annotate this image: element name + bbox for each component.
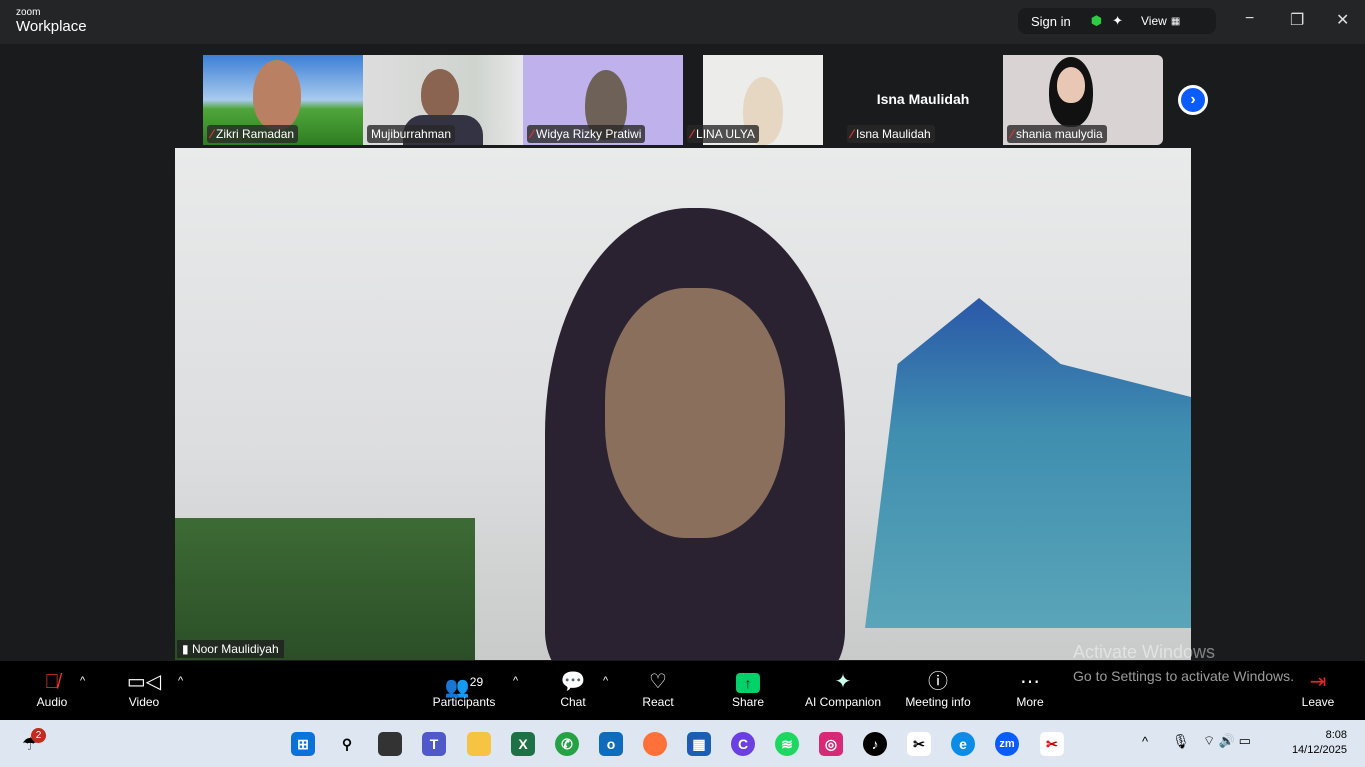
video-off-name: Isna Maulidah	[876, 91, 970, 107]
speaker-face	[605, 288, 785, 538]
participant-name: ⁄ Zikri Ramadan	[207, 125, 299, 143]
canva-icon[interactable]: C	[731, 732, 755, 756]
mic-muted-icon: ⁄	[211, 127, 214, 141]
zoom-taskbar-icon[interactable]: zm	[995, 732, 1019, 756]
audio-options-caret[interactable]: ^	[80, 675, 85, 687]
edge-icon[interactable]: e	[951, 732, 975, 756]
speaker-name-label: ▮ Noor Maulidiyah	[177, 640, 284, 658]
shield-icon: ⬢	[1090, 13, 1103, 28]
participant-tile[interactable]: ⁄ Widya Rizky Pratiwi	[523, 55, 683, 145]
tiktok-icon[interactable]: ♪	[863, 732, 887, 756]
notification-badge: 2	[31, 728, 46, 743]
participant-tile[interactable]: ⁄ Zikri Ramadan	[203, 55, 363, 145]
share-icon: ↑	[736, 673, 760, 693]
view-button[interactable]: View	[1141, 14, 1167, 28]
start-icon[interactable]: ⊞	[291, 732, 315, 756]
video-options-caret[interactable]: ^	[178, 675, 183, 687]
participant-name: ⁄ shania maulydia	[1007, 125, 1107, 143]
info-icon: ⓘ	[928, 671, 948, 693]
store-icon[interactable]: ▦	[687, 732, 711, 756]
participant-tile[interactable]: Mujiburrahman	[363, 55, 523, 145]
header-pill: Sign in ⬢ ✦ View ▦	[1018, 8, 1216, 34]
trees-image	[175, 518, 475, 660]
spotify-icon[interactable]: ≋	[775, 732, 799, 756]
react-button[interactable]: ♡ React	[613, 669, 703, 709]
teams-icon[interactable]: T	[422, 732, 446, 756]
more-button[interactable]: ⋯ More	[985, 669, 1075, 709]
mic-muted-icon: ⁄	[851, 127, 854, 141]
firefox-icon[interactable]	[643, 732, 667, 756]
next-page-arrow-icon[interactable]: ›	[1178, 85, 1208, 115]
active-speaker-video: ▮ Noor Maulidiyah	[175, 148, 1191, 660]
mic-muted-icon: ⁄	[1011, 127, 1014, 141]
title-bar: zoom Workplace Sign in ⬢ ✦ View ▦ − ❐ ✕	[0, 0, 1365, 44]
brand: Workplace	[16, 18, 87, 35]
more-icon: ⋯	[1020, 671, 1040, 693]
snipping-tool-icon[interactable]: ✂	[1040, 732, 1064, 756]
building-image	[865, 298, 1191, 628]
meeting-info-button[interactable]: ⓘ Meeting info	[893, 669, 983, 709]
ai-companion-button[interactable]: ✦ AI Companion	[798, 669, 888, 709]
clock[interactable]: 8:08 14/12/2025	[1292, 728, 1347, 758]
mic-muted-icon: ⁄	[691, 127, 694, 141]
sparkle-icon: ✦	[834, 671, 852, 693]
participant-tile[interactable]: ⁄ shania maulydia	[1003, 55, 1163, 145]
participant-name: ⁄ LINA ULYA	[687, 125, 759, 143]
sign-in-button[interactable]: Sign in	[1031, 14, 1071, 29]
participant-tile[interactable]: Isna Maulidah ⁄ Isna Maulidah	[843, 55, 1003, 145]
task-view-icon[interactable]	[378, 732, 402, 756]
file-explorer-icon[interactable]	[467, 732, 491, 756]
close-button[interactable]: ✕	[1336, 10, 1349, 30]
excel-icon[interactable]: X	[511, 732, 535, 756]
participant-tile[interactable]: ⁄ LINA ULYA	[683, 55, 843, 145]
minimize-button[interactable]: −	[1245, 10, 1254, 28]
chat-options-caret[interactable]: ^	[603, 675, 608, 687]
activate-windows-subtitle: Go to Settings to activate Windows.	[1073, 668, 1294, 684]
instagram-icon[interactable]: ◎	[819, 732, 843, 756]
participants-options-caret[interactable]: ^	[513, 675, 518, 687]
camera-icon: ▭◁	[126, 671, 162, 693]
wifi-volume-battery-icons[interactable]: ⌔ 🔊 ▭	[1203, 733, 1251, 749]
video-button[interactable]: ▭◁ Video	[99, 669, 189, 709]
share-button[interactable]: ↑ Share	[703, 669, 793, 709]
microphone-icon[interactable]: 🎙	[1172, 733, 1190, 750]
mic-muted-icon: ⁄	[531, 127, 534, 141]
participant-name: ⁄ Widya Rizky Pratiwi	[527, 125, 646, 143]
sparkle-icon[interactable]: ✦	[1112, 13, 1123, 29]
capcut-icon[interactable]: ✂	[907, 732, 931, 756]
participant-name: ⁄ Isna Maulidah	[847, 125, 935, 143]
signal-icon: ▮	[182, 642, 192, 656]
grid-icon: ▦	[1170, 15, 1181, 27]
participants-button[interactable]: 👥29 Participants	[419, 669, 509, 709]
zoom-logo: zoom Workplace	[16, 7, 87, 35]
activate-windows-title: Activate Windows	[1073, 642, 1216, 662]
show-hidden-icons-chevron[interactable]: ^	[1142, 734, 1148, 749]
whatsapp-icon[interactable]: ✆	[555, 732, 579, 756]
windows-taskbar: ☂ 2 ⊞ ⚲ T X ✆ o ▦ C ≋ ◎ ♪ ✂ e zm ✂ ^ 🎙 ⌔…	[0, 720, 1365, 767]
restore-button[interactable]: ❐	[1290, 10, 1304, 30]
participant-name: Mujiburrahman	[367, 125, 456, 143]
brand-small: zoom	[16, 7, 41, 18]
outlook-icon[interactable]: o	[599, 732, 623, 756]
heart-icon: ♡	[649, 671, 667, 693]
participant-strip: ⁄ Zikri Ramadan Mujiburrahman ⁄ Widya Rizk…	[203, 55, 1163, 145]
search-icon[interactable]: ⚲	[335, 732, 359, 756]
